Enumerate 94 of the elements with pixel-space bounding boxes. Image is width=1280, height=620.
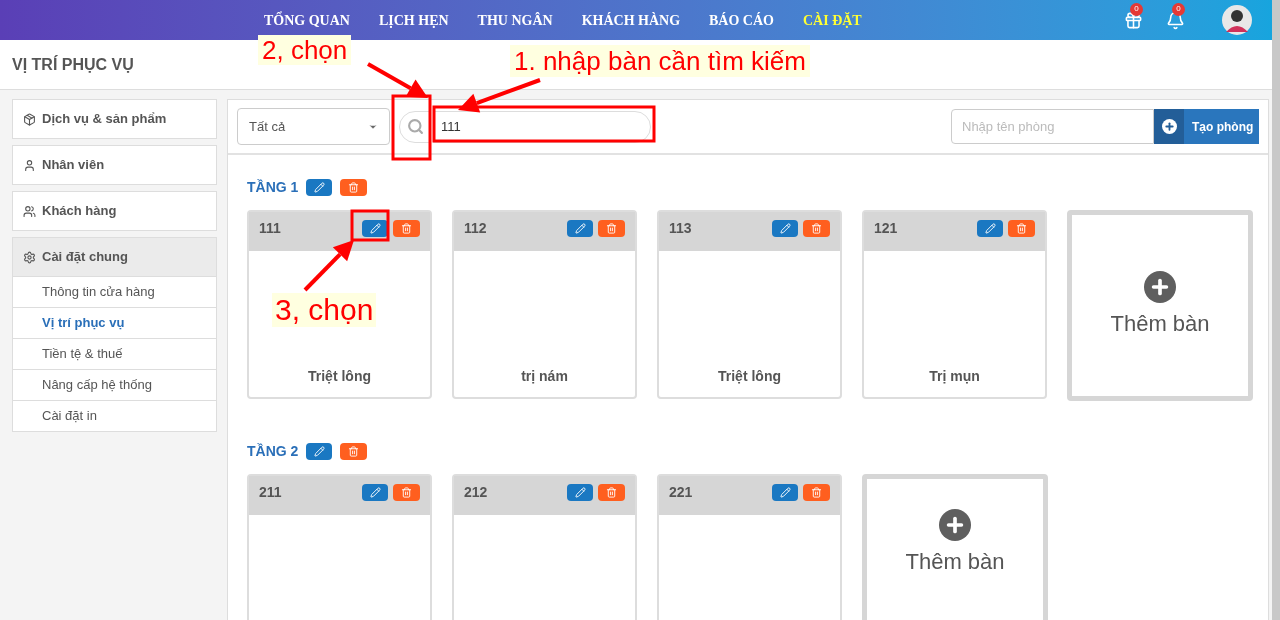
delete-button[interactable] [393,220,420,237]
delete-button[interactable] [340,179,368,196]
edit-icon [574,223,586,234]
sidebar-item[interactable]: Nhân viên [12,145,217,185]
edit-icon [313,182,325,193]
edit-icon [779,487,791,498]
edit-icon [369,487,381,498]
edit-button[interactable] [977,220,1003,237]
edit-button[interactable] [567,220,593,237]
trash-icon [606,223,617,234]
edit-button[interactable] [306,179,333,196]
bell-button[interactable]: 0 [1166,2,1186,30]
trash-icon [606,487,617,498]
callout-label: 3, chọn [272,293,377,327]
nav-link[interactable]: KHÁCH HÀNG [581,9,681,31]
add-table-card[interactable]: Thêm bàn [1067,210,1253,401]
page-title: VỊ TRÍ PHỤC VỤ [12,54,134,75]
filter-dropdown[interactable]: Tất cả [237,108,390,145]
delete-button[interactable] [340,443,368,460]
edit-button[interactable] [772,484,798,501]
edit-icon [369,223,381,234]
edit-icon [984,223,996,234]
table-card[interactable]: 121 Trị mụn [862,210,1047,399]
service-name: trị nám [521,367,568,386]
table-number: 211 [259,483,282,502]
edit-button[interactable] [567,484,593,501]
trash-icon [401,223,412,234]
sidebar-subitem[interactable]: Thông tin cửa hàng [12,277,217,308]
edit-icon [313,446,325,457]
arrow [367,62,428,98]
service-name: Triệt lông [718,367,781,386]
edit-icon [779,223,791,234]
delete-button[interactable] [803,484,830,501]
sidebar-subitem[interactable]: Vị trí phục vụ [12,308,217,339]
trash-icon [348,446,360,457]
service-name: Trị mụn [929,367,980,386]
sidebar-item[interactable]: Cài đặt chung [12,237,217,277]
table-card[interactable]: 112 trị nám [452,210,637,399]
bell-icon [1166,10,1185,30]
delete-button[interactable] [598,484,625,501]
room-name-field[interactable]: Nhập tên phòng [951,109,1154,144]
people-icon [23,204,36,218]
gear-icon [23,250,36,264]
create-room-button[interactable]: Tạo phòng [1154,109,1259,144]
edit-button[interactable] [772,220,798,237]
edit-button[interactable] [362,220,388,237]
highlight-frame [350,209,390,242]
delete-button[interactable] [803,220,830,237]
sidebar-subitem[interactable]: Tiền tệ & thuế [12,339,217,370]
table-card[interactable]: 212 [452,474,637,620]
table-card[interactable]: 221 [657,474,842,620]
table-number: 111 [259,219,281,238]
arrow [303,240,354,292]
gift-button[interactable]: 0 [1124,2,1144,30]
floor-title: TẦNG 2 [247,442,299,461]
box-icon [23,112,36,126]
search-icon [406,118,424,135]
table-number: 121 [874,219,898,238]
callout-label: 1. nhập bàn cần tìm kiếm [510,45,810,77]
nav-link[interactable]: BÁO CÁO [709,9,774,31]
notification-badge: 0 [1130,2,1143,16]
avatar[interactable] [1222,5,1252,35]
person-icon [23,158,36,172]
gift-icon [1124,10,1143,30]
add-table-card[interactable]: Thêm bàn [862,474,1048,620]
table-number: 212 [464,483,488,502]
notification-badge: 0 [1172,2,1185,16]
table-number: 113 [669,219,692,238]
nav-link[interactable]: CÀI ĐẶT [803,9,862,31]
trash-icon [401,487,412,498]
table-card[interactable]: 113 Triệt lông [657,210,842,399]
trash-icon [1016,223,1027,234]
delete-button[interactable] [1008,220,1035,237]
service-name: Triệt lông [308,367,371,386]
sidebar-subitem[interactable]: Cài đặt in [12,401,217,432]
edit-button[interactable] [306,443,333,460]
delete-button[interactable] [598,220,625,237]
table-number: 112 [464,219,487,238]
sidebar-item[interactable]: Dịch vụ & sản phẩm [12,99,217,139]
trash-icon [811,487,822,498]
table-number: 221 [669,483,693,502]
edit-icon [574,487,586,498]
nav-link[interactable]: LỊCH HẸN [378,9,449,31]
trash-icon [811,223,822,234]
floor-title: TẦNG 1 [247,178,299,197]
nav-link[interactable]: TỔNG QUAN [264,9,350,31]
delete-button[interactable] [393,484,420,501]
callout-label: 2, chọn [258,35,352,65]
edit-button[interactable] [362,484,388,501]
nav-link[interactable]: THU NGÂN [477,9,553,31]
sidebar-subitem[interactable]: Nâng cấp hệ thống [12,370,217,401]
trash-icon [348,182,360,193]
sidebar-item[interactable]: Khách hàng [12,191,217,231]
table-card[interactable]: 211 [247,474,432,620]
